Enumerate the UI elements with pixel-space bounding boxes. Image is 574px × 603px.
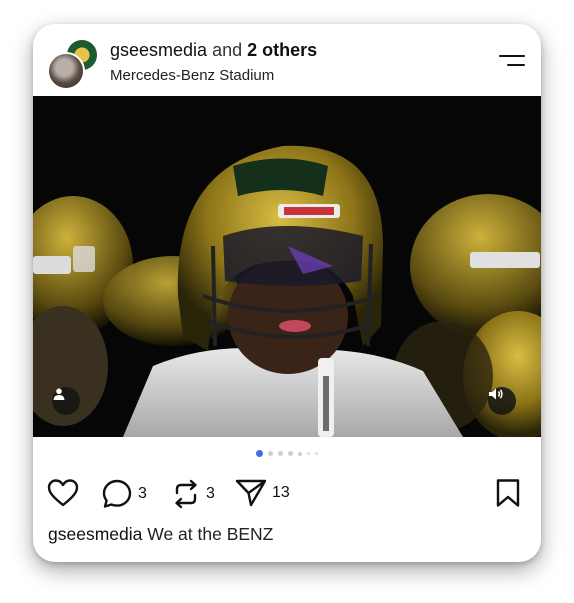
carousel-dot[interactable] <box>298 452 302 456</box>
location-link[interactable]: Mercedes-Benz Stadium <box>110 67 274 84</box>
share-button[interactable]: 13 <box>235 478 290 508</box>
share-icon <box>235 479 267 507</box>
bookmark-button[interactable] <box>495 478 521 513</box>
author-avatar[interactable] <box>47 52 85 90</box>
carousel-dot[interactable] <box>315 452 318 455</box>
post-image[interactable] <box>33 96 541 437</box>
comment-count: 3 <box>138 485 147 502</box>
carousel-dot[interactable] <box>288 451 293 456</box>
repost-count: 3 <box>206 485 215 502</box>
caption-text: We at the BENZ <box>147 524 274 544</box>
comment-button[interactable]: 3 <box>101 478 147 510</box>
carousel-dot[interactable] <box>278 451 283 456</box>
like-button[interactable] <box>47 478 79 508</box>
author-line: gseesmedia and 2 others <box>110 40 317 61</box>
post-caption: gseesmedia We at the BENZ <box>48 524 273 545</box>
carousel-indicator <box>33 450 541 461</box>
caption-author[interactable]: gseesmedia <box>48 524 142 544</box>
author-name[interactable]: gseesmedia <box>110 40 207 60</box>
carousel-dot[interactable] <box>256 450 263 457</box>
author-avatars[interactable] <box>47 38 99 90</box>
repost-button[interactable]: 3 <box>171 478 215 510</box>
more-menu-icon[interactable] <box>497 52 525 70</box>
post-card: gseesmedia and 2 others Mercedes-Benz St… <box>33 24 541 562</box>
volume-icon[interactable] <box>488 387 516 415</box>
post-actions: 3 3 13 <box>33 474 541 514</box>
person-icon[interactable] <box>52 387 80 415</box>
heart-icon <box>47 479 79 507</box>
bookmark-icon <box>496 479 520 507</box>
coauthor-count[interactable]: 2 others <box>247 40 317 60</box>
share-count: 13 <box>272 484 290 501</box>
repost-icon <box>175 479 197 509</box>
carousel-dot[interactable] <box>268 451 273 456</box>
post-header: gseesmedia and 2 others Mercedes-Benz St… <box>33 24 541 96</box>
carousel-dot[interactable] <box>307 452 310 455</box>
comment-icon <box>102 479 132 508</box>
football-helmets-photo <box>33 96 541 437</box>
coauthor-connector: and <box>212 40 243 60</box>
